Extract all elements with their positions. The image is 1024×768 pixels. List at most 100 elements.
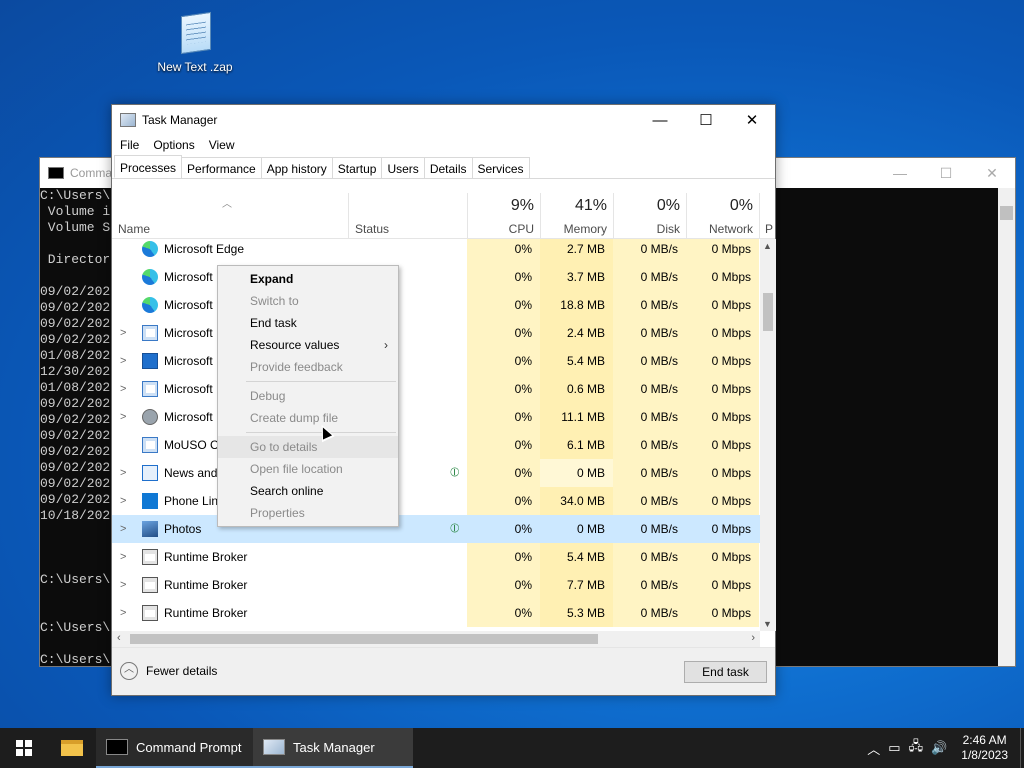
network-cell: 0 Mbps	[686, 431, 759, 459]
clock[interactable]: 2:46 AM 1/8/2023	[961, 733, 1008, 763]
table-row[interactable]: > Photos ⦶ 0% 0 MB 0 MB/s 0 Mbps	[112, 515, 760, 543]
menu-item-switch-to[interactable]: Switch to	[218, 290, 398, 312]
column-name[interactable]: ︿ Name	[112, 193, 348, 239]
table-row[interactable]: > Runtime Broker 0% 5.3 MB 0 MB/s 0 Mbps	[112, 599, 760, 627]
menu-item-end-task[interactable]: End task	[218, 312, 398, 334]
table-row[interactable]: > Microsoft 0% 11.1 MB 0 MB/s 0 Mbps	[112, 403, 760, 431]
network-icon[interactable]: 🖧	[909, 737, 924, 759]
menu-item-label: Go to details	[250, 440, 318, 454]
column-memory[interactable]: 41% Memory	[540, 193, 613, 239]
table-row[interactable]: > News and ⦶ 0% 0 MB 0 MB/s 0 Mbps	[112, 459, 760, 487]
table-row[interactable]: > Microsoft 0% 0.6 MB 0 MB/s 0 Mbps	[112, 375, 760, 403]
chevron-up-icon[interactable]: ︿	[867, 739, 880, 758]
volume-icon[interactable]: 🔊	[931, 740, 947, 756]
menu-item-debug[interactable]: Debug	[218, 385, 398, 407]
maximize-icon[interactable]: ☐	[923, 165, 969, 182]
disk-cell: 0 MB/s	[613, 599, 686, 627]
cmd-scrollbar[interactable]	[998, 188, 1015, 666]
tm-title-text: Task Manager	[142, 113, 218, 127]
minimize-icon[interactable]: —	[637, 105, 683, 135]
maximize-icon[interactable]: ☐	[683, 105, 729, 135]
menu-item-expand[interactable]: Expand	[218, 268, 398, 290]
menu-separator	[246, 381, 396, 382]
disk-cell: 0 MB/s	[613, 459, 686, 487]
chevron-right-icon[interactable]: >	[120, 551, 126, 563]
table-row[interactable]: > Microsoft 0% 2.4 MB 0 MB/s 0 Mbps	[112, 319, 760, 347]
hscroll-thumb[interactable]	[130, 634, 598, 644]
taskbar-command-prompt[interactable]: Command Prompt	[96, 728, 253, 768]
tab-performance[interactable]: Performance	[181, 157, 262, 178]
tab-app-history[interactable]: App history	[260, 157, 333, 178]
menu-view[interactable]: View	[209, 135, 235, 155]
table-row[interactable]: Microsoft 0% 3.7 MB 0 MB/s 0 Mbps	[112, 263, 760, 291]
table-row[interactable]: > Microsoft 0% 5.4 MB 0 MB/s 0 Mbps	[112, 347, 760, 375]
vertical-scrollbar[interactable]: ▲ ▼	[760, 239, 776, 631]
show-desktop-button[interactable]	[1020, 728, 1024, 768]
end-task-button[interactable]: End task	[684, 661, 767, 683]
fewer-details-button[interactable]: ︿ Fewer details	[120, 662, 217, 680]
runtime-icon	[142, 549, 158, 565]
chevron-right-icon[interactable]: >	[120, 523, 126, 535]
menu-item-open-file-location[interactable]: Open file location	[218, 458, 398, 480]
close-icon[interactable]: ✕	[729, 105, 775, 135]
chevron-right-icon[interactable]: >	[120, 607, 126, 619]
chevron-right-icon[interactable]: >	[120, 327, 126, 339]
scroll-thumb[interactable]	[763, 293, 773, 331]
tab-details[interactable]: Details	[423, 157, 473, 178]
column-disk[interactable]: 0% Disk	[613, 193, 686, 239]
scroll-down-icon[interactable]: ▼	[763, 619, 772, 629]
cpu-cell: 0%	[467, 291, 540, 319]
taskbar-task-manager[interactable]: Task Manager	[253, 728, 413, 768]
taskbar: Command Prompt Task Manager ︿ ▭ 🖧 🔊 2:46…	[0, 728, 1024, 768]
chevron-right-icon[interactable]: >	[120, 579, 126, 591]
memory-cell: 2.7 MB	[540, 239, 613, 263]
network-cell: 0 Mbps	[686, 319, 759, 347]
task-manager-icon	[120, 113, 136, 127]
tab-services[interactable]: Services	[471, 157, 530, 178]
scroll-left-icon[interactable]: ‹	[117, 632, 121, 644]
close-icon[interactable]: ✕	[969, 165, 1015, 182]
menu-item-properties[interactable]: Properties	[218, 502, 398, 524]
tab-users[interactable]: Users	[381, 157, 425, 178]
table-row[interactable]: > Phone Lin 0% 34.0 MB 0 MB/s 0 Mbps	[112, 487, 760, 515]
scroll-up-icon[interactable]: ▲	[763, 241, 772, 251]
table-row[interactable]: Microsoft 0% 18.8 MB 0 MB/s 0 Mbps	[112, 291, 760, 319]
tm-titlebar[interactable]: Task Manager — ☐ ✕	[112, 105, 775, 135]
chevron-right-icon[interactable]: >	[120, 495, 126, 507]
table-row[interactable]: > Runtime Broker 0% 5.4 MB 0 MB/s 0 Mbps	[112, 543, 760, 571]
cpu-cell: 0%	[467, 571, 540, 599]
menu-item-go-to-details[interactable]: Go to details	[218, 436, 398, 458]
keyboard-icon[interactable]: ▭	[888, 740, 900, 756]
chevron-right-icon[interactable]: >	[120, 355, 126, 367]
menu-item-resource-values[interactable]: Resource values ›	[218, 334, 398, 356]
column-status[interactable]: Status	[348, 193, 467, 239]
menu-item-create-dump-file[interactable]: Create dump file	[218, 407, 398, 429]
column-power[interactable]: P	[759, 193, 776, 239]
minimize-icon[interactable]: —	[877, 165, 923, 182]
chevron-right-icon[interactable]: >	[120, 467, 126, 479]
process-name: Phone Lin	[164, 494, 219, 508]
process-name: Microsoft	[164, 270, 213, 284]
chevron-right-icon[interactable]: >	[120, 411, 126, 423]
menu-file[interactable]: File	[120, 135, 139, 155]
tab-startup[interactable]: Startup	[331, 157, 383, 178]
chevron-right-icon[interactable]: >	[120, 383, 126, 395]
column-cpu[interactable]: 9% CPU	[467, 193, 540, 239]
desktop-icon-new-text[interactable]: New Text .zap	[150, 8, 240, 74]
file-explorer-button[interactable]	[48, 728, 96, 768]
scroll-right-icon[interactable]: ›	[751, 632, 755, 644]
table-row[interactable]: MoUSO C 0% 6.1 MB 0 MB/s 0 Mbps	[112, 431, 760, 459]
table-row[interactable]: > Runtime Broker 0% 7.7 MB 0 MB/s 0 Mbps	[112, 571, 760, 599]
column-network[interactable]: 0% Network	[686, 193, 759, 239]
table-row[interactable]: Microsoft Edge 0% 2.7 MB 0 MB/s 0 Mbps	[112, 239, 760, 263]
tab-processes[interactable]: Processes	[114, 155, 183, 178]
menu-item-provide-feedback[interactable]: Provide feedback	[218, 356, 398, 378]
disk-cell: 0 MB/s	[613, 431, 686, 459]
start-button[interactable]	[0, 728, 48, 768]
task-manager-window[interactable]: Task Manager — ☐ ✕ File Options View Pro…	[111, 104, 776, 696]
disk-cell: 0 MB/s	[613, 403, 686, 431]
menu-item-label: Debug	[250, 389, 286, 403]
menu-item-search-online[interactable]: Search online	[218, 480, 398, 502]
menu-options[interactable]: Options	[153, 135, 194, 155]
horizontal-scrollbar[interactable]: ‹ ›	[112, 631, 760, 647]
